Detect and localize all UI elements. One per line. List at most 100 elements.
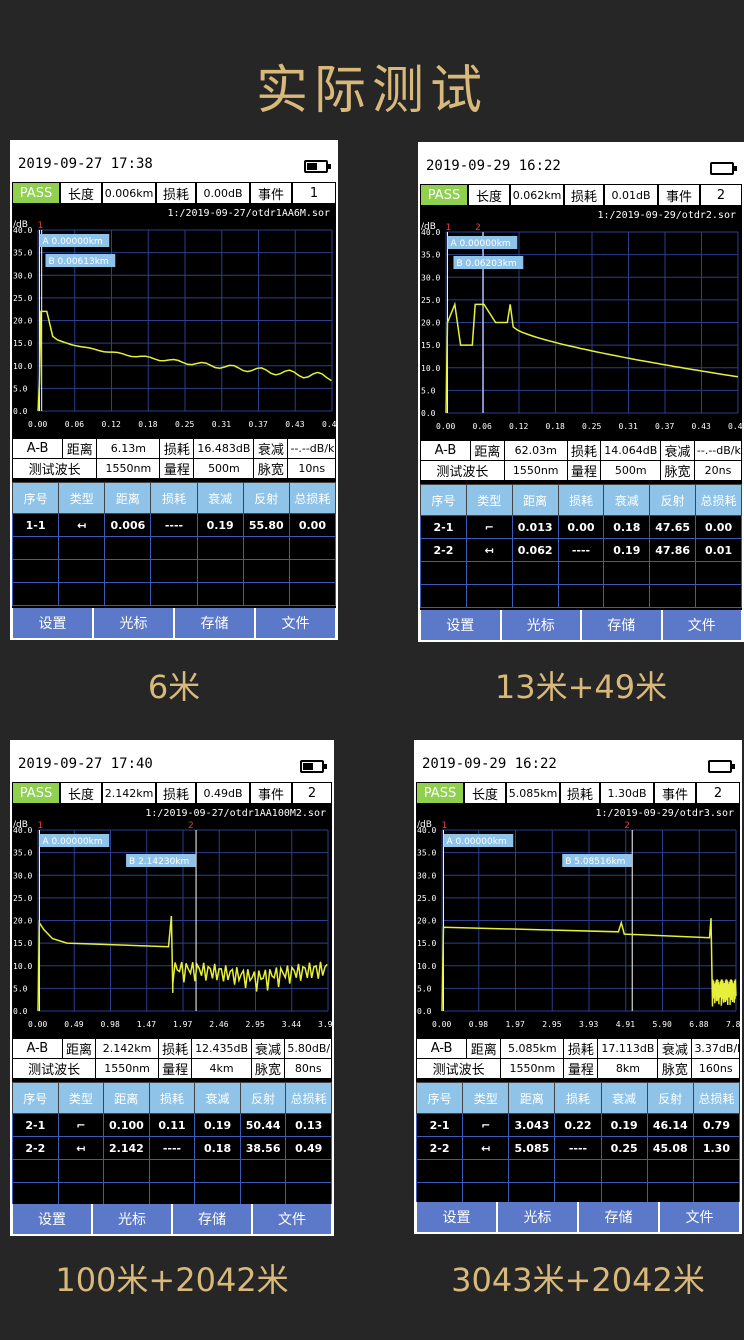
save-button[interactable]: 存储 bbox=[175, 608, 254, 638]
cursor-b-label: B 5.08516km bbox=[562, 854, 633, 867]
y-tick-label: 35.0 bbox=[13, 249, 32, 258]
loss-label: 损耗 bbox=[156, 182, 196, 204]
settings-button[interactable]: 设置 bbox=[417, 1202, 496, 1232]
x-tick-label: 0.00 bbox=[432, 1020, 451, 1029]
wavelength-label: 测试波长 bbox=[11, 1058, 97, 1079]
x-tick-label: 0.49 bbox=[322, 420, 336, 429]
file-button[interactable]: 文件 bbox=[662, 610, 741, 640]
event-cell: 2-2 bbox=[415, 1136, 464, 1160]
event-cell: 0.100 bbox=[103, 1113, 150, 1137]
table-row[interactable]: 2-1 ⌐ 0.013 0.00 0.18 47.65 0.00 bbox=[420, 515, 742, 539]
event-cell: 0.00 bbox=[695, 515, 742, 539]
file-button[interactable]: 文件 bbox=[253, 1204, 331, 1234]
cursor-button[interactable]: 光标 bbox=[501, 610, 580, 640]
event-cell: ---- bbox=[150, 513, 198, 537]
x-tick-label: 0.98 bbox=[469, 1020, 488, 1029]
event-cell bbox=[288, 559, 337, 583]
otdr-trace-plot[interactable]: 40.0 35.0 30.0 25.0 20.0 15.0 10.0 5.0 0.0 0.00 0.… bbox=[12, 818, 332, 1033]
loss-value: 17.113dB bbox=[597, 1038, 659, 1059]
event-cell bbox=[557, 584, 605, 608]
event-cell: ⌐ bbox=[57, 1113, 105, 1137]
event-header: 类型 bbox=[462, 1082, 510, 1114]
otdr-trace-plot[interactable]: 40.0 35.0 30.0 25.0 20.0 15.0 10.0 5.0 0.0 0.00 0.… bbox=[420, 220, 742, 435]
settings-button[interactable]: 设置 bbox=[421, 610, 500, 640]
event-header: 损耗 bbox=[557, 484, 605, 516]
settings-button[interactable]: 设置 bbox=[13, 1204, 91, 1234]
x-tick-label: 0.00 bbox=[28, 1020, 47, 1029]
event-marker: 1 bbox=[37, 221, 43, 231]
event-cell bbox=[554, 1159, 602, 1183]
settings-button[interactable]: 设置 bbox=[13, 608, 92, 638]
x-tick-label: 0.31 bbox=[212, 420, 231, 429]
table-row[interactable] bbox=[415, 1159, 741, 1183]
table-row[interactable] bbox=[11, 559, 337, 583]
x-tick-label: 3.93 bbox=[579, 1020, 598, 1029]
event-cell bbox=[57, 1182, 105, 1206]
file-button[interactable]: 文件 bbox=[660, 1202, 739, 1232]
y-axis-unit: /dB bbox=[13, 220, 28, 230]
table-row[interactable]: 1-1 ↤ 0.006 ---- 0.19 55.80 0.00 bbox=[11, 513, 337, 537]
event-cell: 55.80 bbox=[242, 513, 290, 537]
x-tick-label: 0.49 bbox=[728, 422, 742, 431]
event-cell: 50.44 bbox=[239, 1113, 287, 1137]
softkey-bar: 设置 光标 存储 文件 bbox=[12, 608, 336, 638]
pulse-width-value: 20ns bbox=[693, 460, 743, 481]
event-cell: 0.19 bbox=[194, 1113, 241, 1137]
event-cell: 0.13 bbox=[285, 1113, 332, 1137]
distance-label: 距离 bbox=[469, 440, 505, 461]
event-header: 衰减 bbox=[196, 482, 244, 514]
table-row[interactable]: 2-1 ⌐ 3.043 0.22 0.19 46.14 0.79 bbox=[415, 1113, 741, 1137]
table-row[interactable]: 2-2 ↤ 5.085 ---- 0.25 45.08 1.30 bbox=[415, 1136, 741, 1160]
event-header: 总损耗 bbox=[695, 484, 742, 516]
y-tick-label: 30.0 bbox=[13, 871, 32, 880]
pulse-width-label: 脉宽 bbox=[253, 458, 289, 479]
table-row[interactable] bbox=[12, 1159, 332, 1183]
event-marker: 1 bbox=[441, 821, 447, 831]
range-label: 量程 bbox=[159, 458, 195, 479]
table-row[interactable]: 2-2 ↤ 0.062 ---- 0.19 47.86 0.01 bbox=[420, 538, 742, 562]
save-button[interactable]: 存储 bbox=[579, 1202, 658, 1232]
table-row[interactable] bbox=[11, 536, 337, 560]
event-cell bbox=[103, 1159, 150, 1183]
table-row[interactable]: 2-2 ↤ 2.142 ---- 0.18 38.56 0.49 bbox=[12, 1136, 332, 1160]
otdr-trace-plot[interactable]: 40.0 35.0 30.0 25.0 20.0 15.0 10.0 5.0 0.0 0.00 0.… bbox=[12, 218, 336, 433]
event-cell bbox=[557, 561, 605, 585]
otdr-trace-plot[interactable]: 40.0 35.0 30.0 25.0 20.0 15.0 10.0 5.0 0.0 0.00 0.… bbox=[416, 818, 740, 1033]
cursor-a-label: A 0.00000km bbox=[39, 834, 110, 847]
wavelength-label: 测试波长 bbox=[420, 460, 505, 481]
otdr-screenshot-4: 2019-09-29 16:22 PASS 长度 5.085km 损耗 1.30… bbox=[414, 740, 742, 1234]
event-cell bbox=[150, 536, 198, 560]
save-button[interactable]: 存储 bbox=[582, 610, 661, 640]
event-cell bbox=[511, 561, 559, 585]
wavelength-value: 1550nm bbox=[500, 1058, 565, 1079]
x-tick-label: 0.25 bbox=[582, 422, 601, 431]
x-tick-label: 0.98 bbox=[101, 1020, 120, 1029]
cursor-button[interactable]: 光标 bbox=[498, 1202, 577, 1232]
event-cell: ---- bbox=[554, 1136, 602, 1160]
y-tick-label: 20.0 bbox=[13, 317, 32, 326]
ab-label: A-B bbox=[11, 438, 64, 459]
event-cell bbox=[150, 582, 198, 606]
event-cell: ---- bbox=[557, 538, 605, 562]
event-cell bbox=[420, 561, 467, 585]
attenuation-label: 衰减 bbox=[253, 438, 289, 459]
x-tick-label: 1.97 bbox=[173, 1020, 192, 1029]
event-cell: 47.65 bbox=[649, 515, 697, 539]
table-row[interactable] bbox=[420, 561, 742, 585]
cursor-button[interactable]: 光标 bbox=[94, 608, 173, 638]
cursor-button[interactable]: 光标 bbox=[93, 1204, 171, 1234]
event-cell bbox=[649, 584, 697, 608]
save-button[interactable]: 存储 bbox=[173, 1204, 251, 1234]
table-row[interactable] bbox=[11, 582, 337, 606]
file-button[interactable]: 文件 bbox=[256, 608, 335, 638]
table-row[interactable] bbox=[12, 1182, 332, 1206]
table-row[interactable] bbox=[420, 584, 742, 608]
wavelength-value: 1550nm bbox=[503, 460, 568, 481]
loss-value: 16.483dB bbox=[193, 438, 255, 459]
wavelength-value: 1550nm bbox=[95, 1058, 159, 1079]
event-cell bbox=[58, 582, 106, 606]
table-row[interactable]: 2-1 ⌐ 0.100 0.11 0.19 50.44 0.13 bbox=[12, 1113, 332, 1137]
y-tick-label: 35.0 bbox=[13, 849, 32, 858]
event-header: 反射 bbox=[649, 484, 697, 516]
event-header: 损耗 bbox=[150, 482, 198, 514]
